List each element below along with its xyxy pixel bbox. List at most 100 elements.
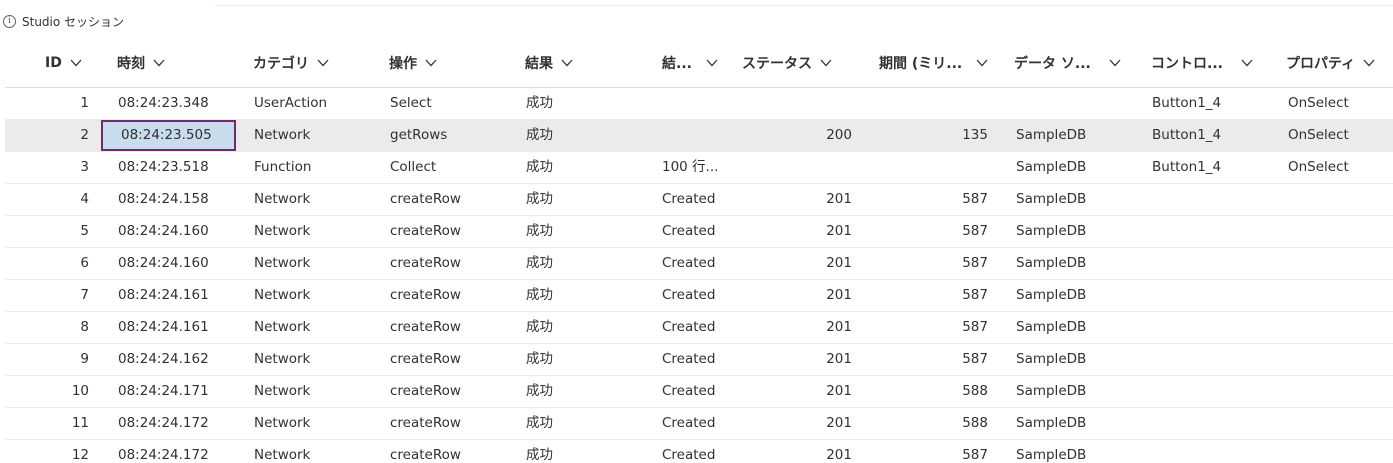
cell-status[interactable]: 200 bbox=[742, 120, 852, 151]
cell-datasource[interactable]: SampleDB bbox=[1016, 440, 1146, 463]
cell-category[interactable]: Network bbox=[254, 376, 384, 407]
cell-duration[interactable]: 135 bbox=[879, 120, 988, 151]
table-row[interactable]: 1 08:24:23.348 UserAction Select 成功 Button1_4… bbox=[5, 88, 1393, 120]
cell-id[interactable]: 12 bbox=[5, 440, 89, 463]
cell-result-info[interactable]: Created bbox=[662, 280, 732, 311]
column-header-result-info[interactable]: 結... bbox=[662, 38, 718, 88]
table-row[interactable]: 11 08:24:24.172 Network createRow 成功 Created 2… bbox=[5, 408, 1393, 440]
cell-operation[interactable]: Select bbox=[390, 88, 520, 119]
cell-property[interactable] bbox=[1288, 344, 1393, 375]
cell-time[interactable]: 08:24:24.160 bbox=[118, 248, 248, 279]
cell-time[interactable]: 08:24:23.505 bbox=[121, 120, 251, 151]
cell-category[interactable]: UserAction bbox=[254, 88, 384, 119]
cell-operation[interactable]: createRow bbox=[390, 344, 520, 375]
cell-category[interactable]: Network bbox=[254, 344, 384, 375]
column-header-operation[interactable]: 操作 bbox=[389, 38, 437, 88]
cell-time[interactable]: 08:24:24.161 bbox=[118, 312, 248, 343]
cell-status[interactable]: 201 bbox=[742, 184, 852, 215]
cell-status[interactable]: 201 bbox=[742, 440, 852, 463]
cell-status[interactable]: 201 bbox=[742, 312, 852, 343]
cell-control[interactable] bbox=[1152, 408, 1282, 439]
cell-datasource[interactable]: SampleDB bbox=[1016, 280, 1146, 311]
cell-result-info[interactable] bbox=[662, 120, 732, 151]
cell-control[interactable] bbox=[1152, 248, 1282, 279]
cell-id[interactable]: 10 bbox=[5, 376, 89, 407]
cell-status[interactable]: 201 bbox=[742, 216, 852, 247]
cell-property[interactable]: OnSelect bbox=[1288, 88, 1393, 119]
table-row[interactable]: 10 08:24:24.171 Network createRow 成功 Created 2… bbox=[5, 376, 1393, 408]
cell-control[interactable]: Button1_4 bbox=[1152, 152, 1282, 183]
cell-category[interactable]: Network bbox=[254, 184, 384, 215]
cell-id[interactable]: 5 bbox=[5, 216, 89, 247]
cell-property[interactable] bbox=[1288, 248, 1393, 279]
cell-property[interactable] bbox=[1288, 440, 1393, 463]
cell-result[interactable]: 成功 bbox=[526, 344, 656, 375]
cell-status[interactable]: 201 bbox=[742, 248, 852, 279]
cell-control[interactable]: Button1_4 bbox=[1152, 120, 1282, 151]
cell-result[interactable]: 成功 bbox=[526, 440, 656, 463]
cell-duration[interactable]: 587 bbox=[879, 344, 988, 375]
cell-status[interactable]: 201 bbox=[742, 376, 852, 407]
column-header-time[interactable]: 時刻 bbox=[117, 38, 165, 88]
cell-status[interactable]: 201 bbox=[742, 280, 852, 311]
cell-time[interactable]: 08:24:24.158 bbox=[118, 184, 248, 215]
table-row[interactable]: 7 08:24:24.161 Network createRow 成功 Created 20… bbox=[5, 280, 1393, 312]
cell-datasource[interactable]: SampleDB bbox=[1016, 152, 1146, 183]
table-row[interactable]: 3 08:24:23.518 Function Collect 成功 100 行... Sa… bbox=[5, 152, 1393, 184]
cell-category[interactable]: Network bbox=[254, 312, 384, 343]
cell-datasource[interactable]: SampleDB bbox=[1016, 312, 1146, 343]
cell-result-info[interactable]: Created bbox=[662, 408, 732, 439]
cell-result-info[interactable]: Created bbox=[662, 344, 732, 375]
table-row[interactable]: 6 08:24:24.160 Network createRow 成功 Created 20… bbox=[5, 248, 1393, 280]
cell-operation[interactable]: createRow bbox=[390, 312, 520, 343]
cell-id[interactable]: 7 bbox=[5, 280, 89, 311]
cell-operation[interactable]: createRow bbox=[390, 376, 520, 407]
cell-control[interactable] bbox=[1152, 376, 1282, 407]
cell-control[interactable] bbox=[1152, 216, 1282, 247]
cell-property[interactable] bbox=[1288, 216, 1393, 247]
cell-status[interactable]: 201 bbox=[742, 344, 852, 375]
cell-datasource[interactable]: SampleDB bbox=[1016, 376, 1146, 407]
cell-operation[interactable]: createRow bbox=[390, 216, 520, 247]
cell-operation[interactable]: createRow bbox=[390, 184, 520, 215]
column-header-property[interactable]: プロパティ bbox=[1286, 38, 1375, 88]
cell-result[interactable]: 成功 bbox=[526, 280, 656, 311]
cell-control[interactable] bbox=[1152, 312, 1282, 343]
cell-property[interactable]: OnSelect bbox=[1288, 152, 1393, 183]
cell-category[interactable]: Network bbox=[254, 440, 384, 463]
column-header-result[interactable]: 結果 bbox=[525, 38, 573, 88]
cell-control[interactable]: Button1_4 bbox=[1152, 88, 1282, 119]
cell-property[interactable] bbox=[1288, 312, 1393, 343]
column-header-id[interactable]: ID bbox=[45, 38, 82, 88]
cell-result[interactable]: 成功 bbox=[526, 376, 656, 407]
table-row[interactable]: 9 08:24:24.162 Network createRow 成功 Created 20… bbox=[5, 344, 1393, 376]
cell-property[interactable] bbox=[1288, 184, 1393, 215]
table-row[interactable]: 8 08:24:24.161 Network createRow 成功 Created 20… bbox=[5, 312, 1393, 344]
cell-duration[interactable]: 587 bbox=[879, 184, 988, 215]
column-header-control[interactable]: コントロ... bbox=[1151, 38, 1253, 88]
cell-duration[interactable] bbox=[879, 152, 988, 183]
cell-result[interactable]: 成功 bbox=[526, 248, 656, 279]
cell-result-info[interactable]: Created bbox=[662, 184, 732, 215]
cell-operation[interactable]: createRow bbox=[390, 248, 520, 279]
cell-property[interactable] bbox=[1288, 408, 1393, 439]
cell-control[interactable] bbox=[1152, 184, 1282, 215]
cell-control[interactable] bbox=[1152, 344, 1282, 375]
cell-status[interactable] bbox=[742, 152, 852, 183]
cell-time[interactable]: 08:24:24.171 bbox=[118, 376, 248, 407]
cell-id[interactable]: 8 bbox=[5, 312, 89, 343]
cell-time[interactable]: 08:24:23.518 bbox=[118, 152, 248, 183]
cell-operation[interactable]: createRow bbox=[390, 280, 520, 311]
column-header-duration[interactable]: 期間 (ミリ... bbox=[879, 38, 988, 88]
cell-operation[interactable]: getRows bbox=[390, 120, 520, 151]
cell-result[interactable]: 成功 bbox=[526, 88, 656, 119]
table-row[interactable]: 4 08:24:24.158 Network createRow 成功 Created 20… bbox=[5, 184, 1393, 216]
cell-category[interactable]: Function bbox=[254, 152, 384, 183]
cell-datasource[interactable]: SampleDB bbox=[1016, 248, 1146, 279]
column-header-status[interactable]: ステータス bbox=[742, 38, 832, 88]
cell-time[interactable]: 08:24:24.172 bbox=[118, 440, 248, 463]
cell-id[interactable]: 3 bbox=[5, 152, 89, 183]
cell-datasource[interactable]: SampleDB bbox=[1016, 344, 1146, 375]
cell-time[interactable]: 08:24:24.161 bbox=[118, 280, 248, 311]
cell-control[interactable] bbox=[1152, 440, 1282, 463]
